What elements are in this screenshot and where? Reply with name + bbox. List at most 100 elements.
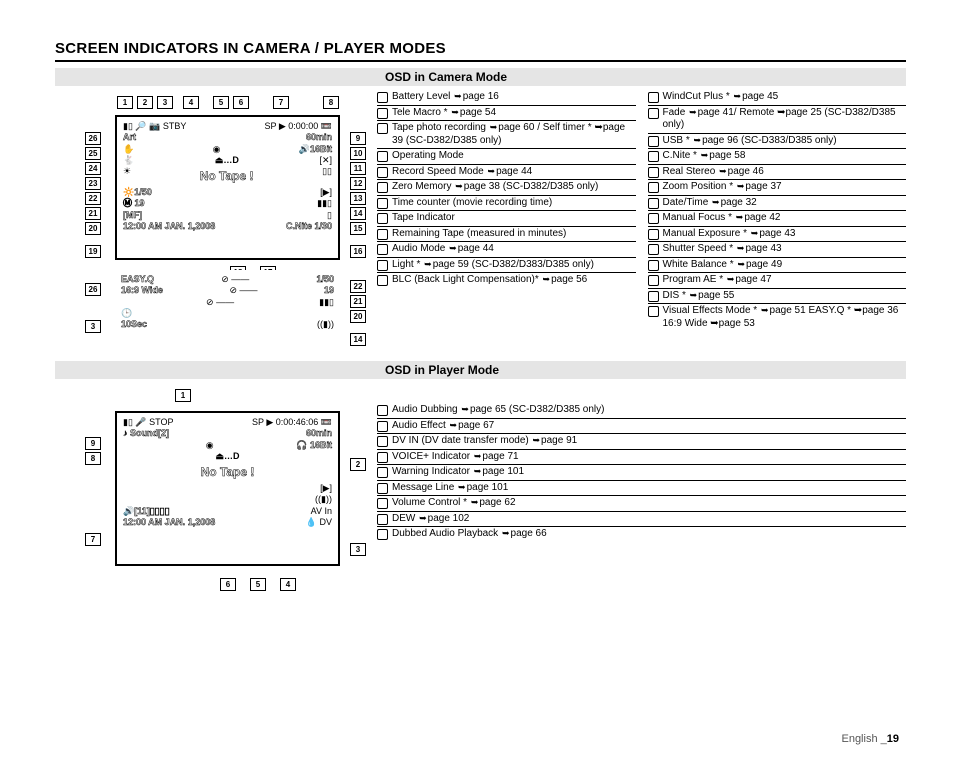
- list-item: Program AE * page 47: [648, 273, 907, 289]
- callout: 21: [350, 295, 366, 308]
- osd-wide: 16:9 Wide: [121, 285, 163, 296]
- list-item: BLC (Back Light Compensation)* page 56: [377, 273, 636, 288]
- callout: 5: [250, 578, 266, 591]
- callout: 26: [85, 283, 101, 296]
- callout: 16: [350, 245, 366, 258]
- item-text: Shutter Speed * page 43: [663, 243, 907, 256]
- list-item: DV IN (DV date transfer mode) page 91: [377, 434, 906, 450]
- index-box: [377, 213, 388, 224]
- callout: 20: [350, 310, 366, 323]
- index-box: [648, 167, 659, 178]
- item-text: Fade page 41/ Remote ➥page 25 (SC-D382/D…: [663, 107, 907, 132]
- callout: 3: [157, 96, 173, 109]
- osd-dv: DV: [319, 517, 332, 527]
- osd-bits: 🔊16Bit: [299, 144, 332, 155]
- list-item: Audio Effect page 67: [377, 419, 906, 435]
- osd-top-left: ▮▯ 🔎 📷 STBY: [123, 121, 186, 132]
- list-item: Volume Control * page 62: [377, 496, 906, 512]
- item-text: Zero Memory page 38 (SC-D382/D385 only): [392, 181, 636, 194]
- osd-icon: [▶]: [320, 187, 332, 198]
- list-item: Remaining Tape (measured in minutes): [377, 227, 636, 243]
- callout: 4: [183, 96, 199, 109]
- list-item: Tape Indicator: [377, 211, 636, 227]
- list-item: Zero Memory page 38 (SC-D382/D385 only): [377, 180, 636, 196]
- item-text: Visual Effects Mode * page 51 EASY.Q * ➥…: [663, 305, 907, 330]
- osd-icon: ☀: [123, 166, 131, 187]
- index-box: [377, 514, 388, 525]
- list-item: Visual Effects Mode * page 51 EASY.Q * ➥…: [648, 304, 907, 331]
- item-text: Real Stereo page 46: [663, 166, 907, 179]
- page-footer: English _19: [841, 733, 899, 745]
- item-text: White Balance * page 49: [663, 259, 907, 272]
- camera-list-2: WindCut Plus * page 45 Fade page 41/ Remo…: [648, 90, 907, 331]
- osd-shutter: 🔆1/50: [123, 187, 152, 198]
- callout: 24: [85, 162, 101, 175]
- osd-icon: 🕒: [121, 308, 132, 319]
- item-text: DEW page 102: [392, 513, 906, 526]
- list-item: Audio Dubbing page 65 (SC-D382/D385 only…: [377, 403, 906, 419]
- list-item: White Balance * page 49: [648, 258, 907, 274]
- index-box: [648, 306, 659, 317]
- list-item: Light * page 59 (SC-D382/D383/D385 only): [377, 258, 636, 274]
- list-item: Audio Mode page 44: [377, 242, 636, 258]
- callout: 14: [350, 207, 366, 220]
- osd-icon: [▶]: [320, 483, 332, 494]
- callout: 10: [350, 147, 366, 160]
- osd-blc-icon: ◉: [206, 440, 214, 451]
- item-text: BLC (Back Light Compensation)* page 56: [392, 274, 636, 287]
- index-box: [648, 151, 659, 162]
- item-text: C.Nite * page 58: [663, 150, 907, 163]
- osd-mins: 60min: [306, 428, 332, 439]
- osd-icon: ⊘ ——: [206, 297, 234, 308]
- callout: 3: [85, 320, 101, 333]
- osd-vol: 🔊[11]▮▮▮▮: [123, 506, 170, 517]
- osd-cnite: C.Nite 1/30: [286, 221, 332, 232]
- item-text: Tele Macro * page 54: [392, 107, 636, 120]
- index-box: [377, 92, 388, 103]
- osd-10sec: 10Sec: [121, 319, 147, 330]
- list-item: Shutter Speed * page 43: [648, 242, 907, 258]
- osd-icon: ((▮)): [315, 494, 332, 505]
- item-text: Time counter (movie recording time): [392, 197, 636, 210]
- osd-av: AV In: [311, 506, 332, 517]
- callout: 3: [350, 543, 366, 556]
- index-box: [648, 291, 659, 302]
- item-text: VOICE+ Indicator page 71: [392, 451, 906, 464]
- callout: 6: [233, 96, 249, 109]
- osd-icon: ((▮)): [317, 319, 334, 330]
- osd-icon: ▯: [327, 210, 332, 221]
- footer-page: 19: [887, 733, 899, 745]
- list-item: DEW page 102: [377, 512, 906, 528]
- osd-m19: Ⓜ 19: [123, 198, 145, 209]
- section-camera: OSD in Camera Mode: [55, 68, 906, 86]
- list-item: Tape photo recording page 60 / Self time…: [377, 121, 636, 149]
- list-item: Manual Focus * page 42: [648, 211, 907, 227]
- callout: 13: [350, 192, 366, 205]
- index-box: [377, 244, 388, 255]
- index-box: [648, 275, 659, 286]
- callout: 2: [350, 458, 366, 471]
- osd-mf: [MF]: [123, 210, 142, 221]
- callout: 8: [323, 96, 339, 109]
- index-box: [377, 260, 388, 271]
- callout: 26: [85, 132, 101, 145]
- index-box: [377, 498, 388, 509]
- item-text: Audio Mode page 44: [392, 243, 636, 256]
- index-box: [377, 405, 388, 416]
- item-text: WindCut Plus * page 45: [663, 91, 907, 104]
- item-text: Record Speed Mode page 44: [392, 166, 636, 179]
- callout: 21: [85, 207, 101, 220]
- item-text: Audio Dubbing page 65 (SC-D382/D385 only…: [392, 404, 906, 417]
- list-item: Warning Indicator page 101: [377, 465, 906, 481]
- item-text: Warning Indicator page 101: [392, 466, 906, 479]
- callout: 9: [85, 437, 101, 450]
- osd-19: 19: [324, 285, 334, 296]
- list-item: Tele Macro * page 54: [377, 106, 636, 122]
- callout: 19: [85, 245, 101, 258]
- osd-icon: ✋: [123, 144, 134, 155]
- callout: 4: [280, 578, 296, 591]
- item-text: Dubbed Audio Playback page 66: [392, 528, 906, 541]
- index-box: [648, 182, 659, 193]
- osd-icon: ▯▯: [322, 166, 332, 187]
- item-text: DV IN (DV date transfer mode) page 91: [392, 435, 906, 448]
